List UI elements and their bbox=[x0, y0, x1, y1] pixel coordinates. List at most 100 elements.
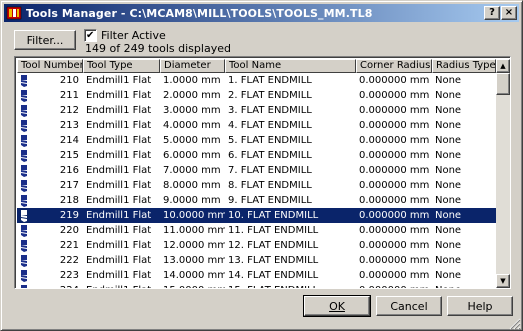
cell-name: 13. FLAT ENDMILL bbox=[228, 255, 319, 266]
table-row[interactable]: 219 Endmill1 Flat 10.0000 mm 10. FLAT ENDMI… bbox=[17, 208, 496, 223]
app-icon bbox=[6, 5, 22, 21]
filter-active-checkbox[interactable]: ✔ bbox=[84, 29, 97, 42]
cell-diameter: 12.0000 mm bbox=[163, 240, 225, 251]
table-row[interactable]: 218 Endmill1 Flat 9.0000 mm 9. FLAT ENDMILL… bbox=[17, 193, 496, 208]
column-header[interactable]: Tool Number bbox=[17, 59, 83, 73]
help-button[interactable]: Help bbox=[447, 296, 513, 316]
cell-corner: 0.000000 mm bbox=[359, 195, 430, 206]
endmill-icon bbox=[20, 134, 28, 147]
column-header[interactable]: Radius Type bbox=[432, 59, 496, 73]
cell-corner: 0.000000 mm bbox=[359, 180, 430, 191]
cell-rtype: None bbox=[435, 75, 462, 86]
tool-number: 213 bbox=[59, 120, 79, 131]
table-row[interactable]: 210 Endmill1 Flat 1.0000 mm 1. FLAT ENDMILL… bbox=[17, 73, 496, 88]
tool-number-cell: 220 bbox=[17, 224, 83, 237]
endmill-icon bbox=[20, 89, 28, 102]
cell-corner: 0.000000 mm bbox=[359, 150, 430, 161]
cell-rtype: None bbox=[435, 195, 462, 206]
tools-list[interactable]: Tool Number Tool Type Diameter Tool Name Cor… bbox=[14, 56, 511, 289]
cell-type: Endmill1 Flat bbox=[86, 195, 152, 206]
cell-rtype: None bbox=[435, 135, 462, 146]
filter-button[interactable]: Filter... bbox=[14, 30, 76, 50]
scroll-thumb[interactable] bbox=[496, 73, 510, 95]
table-row[interactable]: 216 Endmill1 Flat 7.0000 mm 7. FLAT ENDMILL… bbox=[17, 163, 496, 178]
filter-active-checkbox-group[interactable]: ✔ Filter Active bbox=[84, 29, 166, 42]
cell-name: 14. FLAT ENDMILL bbox=[228, 270, 319, 281]
table-row[interactable]: 215 Endmill1 Flat 6.0000 mm 6. FLAT ENDMILL… bbox=[17, 148, 496, 163]
scroll-down-button[interactable]: ▼ bbox=[496, 274, 510, 288]
table-row[interactable]: 221 Endmill1 Flat 12.0000 mm 12. FLAT ENDMI… bbox=[17, 238, 496, 253]
column-header-row: Tool Number Tool Type Diameter Tool Name Cor… bbox=[17, 59, 496, 73]
tool-number-cell: 210 bbox=[17, 74, 83, 87]
cell-name: 12. FLAT ENDMILL bbox=[228, 240, 319, 251]
tools-manager-window: Tools Manager - C:\MCAM8\MILL\TOOLS\TOOL… bbox=[0, 0, 523, 331]
tool-number: 219 bbox=[59, 210, 79, 221]
cell-diameter: 2.0000 mm bbox=[163, 90, 221, 101]
cell-corner: 0.000000 mm bbox=[359, 120, 430, 131]
title-bar[interactable]: Tools Manager - C:\MCAM8\MILL\TOOLS\TOOL… bbox=[4, 4, 519, 22]
resize-grip-icon[interactable] bbox=[509, 318, 521, 330]
cell-corner: 0.000000 mm bbox=[359, 135, 430, 146]
endmill-icon bbox=[20, 254, 28, 267]
endmill-icon bbox=[20, 224, 28, 237]
cell-diameter: 13.0000 mm bbox=[163, 255, 225, 266]
cell-type: Endmill1 Flat bbox=[86, 240, 152, 251]
check-icon: ✔ bbox=[86, 30, 95, 41]
cancel-button-label: Cancel bbox=[390, 299, 428, 313]
cell-corner: 0.000000 mm bbox=[359, 240, 430, 251]
cell-name: 4. FLAT ENDMILL bbox=[228, 120, 312, 131]
tool-number: 223 bbox=[59, 270, 79, 281]
tool-number: 210 bbox=[59, 75, 79, 86]
table-row[interactable]: 223 Endmill1 Flat 14.0000 mm 14. FLAT ENDMI… bbox=[17, 268, 496, 283]
tool-number-cell: 219 bbox=[17, 209, 83, 222]
table-row[interactable]: 222 Endmill1 Flat 13.0000 mm 13. FLAT ENDMI… bbox=[17, 253, 496, 268]
cell-rtype: None bbox=[435, 240, 462, 251]
cell-rtype: None bbox=[435, 165, 462, 176]
cell-rtype: None bbox=[435, 180, 462, 191]
cell-type: Endmill1 Flat bbox=[86, 150, 152, 161]
table-row[interactable]: 224 Endmill1 Flat15.0000 mm15. FLAT ENDMI… bbox=[17, 283, 496, 288]
cell-name: 3. FLAT ENDMILL bbox=[228, 105, 312, 116]
table-row[interactable]: 217 Endmill1 Flat 8.0000 mm 8. FLAT ENDMILL… bbox=[17, 178, 496, 193]
help-title-button[interactable]: ? bbox=[484, 6, 500, 20]
tools-count-text: 149 of 249 tools displayed bbox=[85, 42, 231, 55]
cell-type: Endmill1 Flat bbox=[86, 255, 152, 266]
cell-diameter: 9.0000 mm bbox=[163, 195, 221, 206]
cell-corner: 0.000000 mm bbox=[359, 90, 430, 101]
table-row[interactable]: 213 Endmill1 Flat 4.0000 mm 4. FLAT ENDMILL… bbox=[17, 118, 496, 133]
cell-diameter: 15.0000 mm bbox=[160, 285, 225, 288]
column-header[interactable]: Diameter bbox=[160, 59, 225, 73]
cell-name: 7. FLAT ENDMILL bbox=[228, 165, 312, 176]
cell-name: 6. FLAT ENDMILL bbox=[228, 150, 312, 161]
tool-number-cell: 214 bbox=[17, 134, 83, 147]
table-row[interactable]: 211 Endmill1 Flat 2.0000 mm 2. FLAT ENDMILL… bbox=[17, 88, 496, 103]
cell-diameter: 6.0000 mm bbox=[163, 150, 221, 161]
vertical-scrollbar[interactable]: ▲ ▼ bbox=[496, 59, 510, 288]
cell-diameter: 11.0000 mm bbox=[163, 225, 225, 236]
cell-name: 5. FLAT ENDMILL bbox=[228, 135, 312, 146]
cell-rtype: None bbox=[435, 270, 462, 281]
ok-button[interactable]: OK bbox=[303, 295, 371, 317]
tool-number-cell: 222 bbox=[17, 254, 83, 267]
tool-number-cell: 218 bbox=[17, 194, 83, 207]
tool-number: 221 bbox=[59, 240, 79, 251]
table-row[interactable]: 220 Endmill1 Flat 11.0000 mm 11. FLAT ENDMI… bbox=[17, 223, 496, 238]
cell-type: Endmill1 Flat bbox=[86, 90, 152, 101]
tool-number: 211 bbox=[59, 90, 79, 101]
column-header[interactable]: Tool Name bbox=[225, 59, 356, 73]
table-row[interactable]: 214 Endmill1 Flat 5.0000 mm 5. FLAT ENDMILL… bbox=[17, 133, 496, 148]
tool-number: 216 bbox=[59, 165, 79, 176]
endmill-icon bbox=[20, 104, 28, 117]
column-header[interactable]: Corner Radius bbox=[356, 59, 432, 73]
scroll-up-button[interactable]: ▲ bbox=[496, 59, 510, 73]
close-title-button[interactable]: × bbox=[501, 6, 517, 20]
cell-diameter: 5.0000 mm bbox=[163, 135, 221, 146]
cell-diameter: 3.0000 mm bbox=[163, 105, 221, 116]
cancel-button[interactable]: Cancel bbox=[376, 296, 442, 316]
tool-number: 218 bbox=[59, 195, 79, 206]
column-header[interactable]: Tool Type bbox=[83, 59, 160, 73]
cell-type: Endmill1 Flat bbox=[86, 180, 152, 191]
table-row[interactable]: 212 Endmill1 Flat 3.0000 mm 3. FLAT ENDMILL… bbox=[17, 103, 496, 118]
cell-name: 8. FLAT ENDMILL bbox=[228, 180, 312, 191]
cell-corner: 0.000000 mm bbox=[359, 210, 430, 221]
